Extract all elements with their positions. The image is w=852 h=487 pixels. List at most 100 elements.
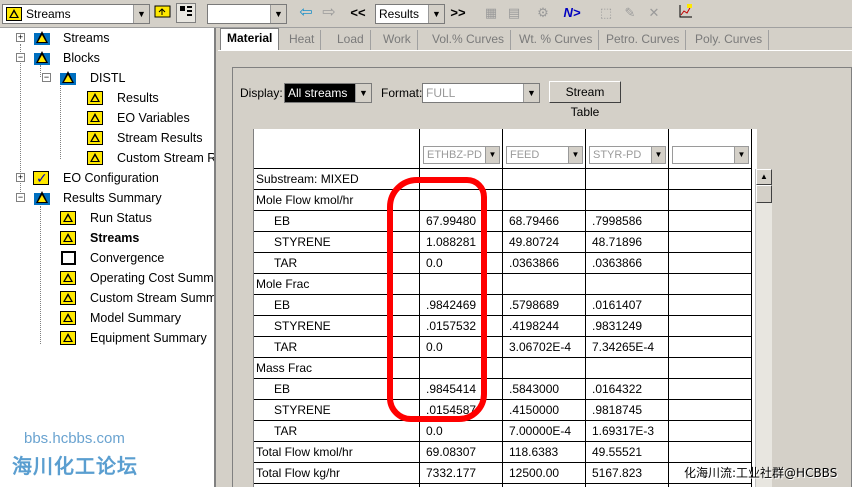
forward-arrow-icon[interactable]: ⇨ (319, 3, 339, 23)
value-cell[interactable] (669, 169, 752, 190)
value-cell[interactable] (669, 274, 752, 295)
stream-select[interactable]: FEED ▼ (506, 146, 583, 164)
dotted-box-icon[interactable]: ⬚ (596, 3, 616, 23)
tab-vol-curves[interactable]: Vol.% Curves (426, 30, 512, 50)
value-cell[interactable]: .0154587 (420, 400, 503, 421)
value-cell[interactable]: .9831249 (586, 316, 669, 337)
tree-item-distl[interactable]: − DISTL (42, 68, 212, 88)
chevron-down-icon[interactable]: ▼ (734, 147, 748, 163)
chevron-down-icon[interactable]: ▼ (568, 147, 582, 163)
pencil-icon[interactable]: ✎ (620, 3, 640, 23)
calculator-icon[interactable]: ▤ (504, 3, 524, 23)
value-cell[interactable]: .7998586 (586, 211, 669, 232)
value-cell[interactable]: 1.088281 (420, 232, 503, 253)
value-cell[interactable]: .0363866 (586, 253, 669, 274)
value-cell[interactable]: 5167.823 (586, 463, 669, 484)
value-cell[interactable] (586, 358, 669, 379)
value-cell[interactable] (503, 274, 586, 295)
stream-select[interactable]: ETHBZ-PD ▼ (423, 146, 500, 164)
value-cell[interactable] (503, 169, 586, 190)
tab-heat[interactable]: Heat (283, 30, 322, 50)
chart-icon[interactable] (676, 3, 696, 23)
tree-item-eo-configuration[interactable]: + EO Configuration (14, 168, 214, 188)
value-cell[interactable]: 69.08307 (420, 442, 503, 463)
tree-item-streams[interactable]: + Streams (14, 28, 214, 48)
tab-material[interactable]: Material (220, 28, 280, 51)
value-cell[interactable] (586, 169, 669, 190)
tree-item-eo-variables[interactable]: EO Variables (86, 108, 214, 128)
value-cell[interactable]: 0.0 (420, 421, 503, 442)
chevron-down-icon[interactable]: ▼ (428, 5, 444, 23)
value-cell[interactable]: 1.69317E-3 (586, 421, 669, 442)
value-cell[interactable] (420, 358, 503, 379)
format-select[interactable]: FULL ▼ (422, 83, 540, 103)
chevron-down-icon[interactable]: ▼ (270, 5, 286, 23)
tab-poly-curves[interactable]: Poly. Curves (689, 30, 770, 50)
value-cell[interactable] (503, 358, 586, 379)
value-cell[interactable] (669, 379, 752, 400)
value-cell[interactable]: 0.0 (420, 337, 503, 358)
stream-table-button[interactable]: Stream Table (549, 81, 621, 119)
value-cell[interactable]: 49.55521 (586, 442, 669, 463)
value-cell[interactable] (669, 232, 752, 253)
results-combo[interactable]: Results ▼ (375, 4, 445, 24)
value-cell[interactable]: 49.80724 (503, 232, 586, 253)
tree-item-equipment-summary[interactable]: Equipment Summary (59, 328, 214, 348)
folder-up-icon[interactable] (153, 3, 173, 23)
tree-item-blocks[interactable]: − Blocks (14, 48, 214, 68)
value-cell[interactable] (420, 274, 503, 295)
tab-petro-curves[interactable]: Petro. Curves (600, 30, 687, 50)
value-cell[interactable] (669, 421, 752, 442)
next-button[interactable]: >> (448, 3, 468, 23)
value-cell[interactable] (669, 358, 752, 379)
value-cell[interactable]: .0161407 (586, 295, 669, 316)
tab-wt-curves[interactable]: Wt. % Curves (513, 30, 600, 50)
scroll-thumb[interactable] (756, 185, 772, 203)
value-cell[interactable] (669, 190, 752, 211)
tree-item-results-summary[interactable]: − Results Summary (14, 188, 214, 208)
tree-item-operating-cost-summary[interactable]: Operating Cost Summ (59, 268, 214, 288)
value-cell[interactable]: .5843000 (503, 379, 586, 400)
expand-icon[interactable]: + (16, 173, 25, 182)
value-cell[interactable]: 7.00000E-4 (503, 421, 586, 442)
stream-select[interactable]: ▼ (672, 146, 749, 164)
value-cell[interactable] (503, 190, 586, 211)
collapse-icon[interactable]: − (16, 53, 25, 62)
next-input-button[interactable]: N> (562, 3, 582, 23)
value-cell[interactable] (669, 316, 752, 337)
value-cell[interactable]: 48.71896 (586, 232, 669, 253)
tree-item-stream-results[interactable]: Stream Results (86, 128, 214, 148)
tree-item-convergence[interactable]: Convergence (59, 248, 214, 268)
tab-load[interactable]: Load (331, 30, 371, 50)
value-cell[interactable]: 0.0 (420, 253, 503, 274)
tree-item-run-status[interactable]: Run Status (59, 208, 214, 228)
empty-combo[interactable]: ▼ (207, 4, 287, 24)
value-cell[interactable]: .9845414 (420, 379, 503, 400)
value-cell[interactable]: 7.34265E-4 (586, 337, 669, 358)
value-cell[interactable]: .0363866 (503, 253, 586, 274)
value-cell[interactable]: 118.6383 (503, 442, 586, 463)
value-cell[interactable]: .4150000 (503, 400, 586, 421)
collapse-icon[interactable]: − (42, 73, 51, 82)
tree-item-results[interactable]: Results (86, 88, 214, 108)
value-cell[interactable] (586, 190, 669, 211)
value-cell[interactable] (586, 274, 669, 295)
value-cell[interactable] (669, 337, 752, 358)
chevron-down-icon[interactable]: ▼ (355, 84, 371, 102)
value-cell[interactable]: 67.99480 (420, 211, 503, 232)
tree-view-icon[interactable] (176, 3, 196, 23)
vertical-scrollbar[interactable]: ▲ (755, 169, 772, 487)
value-cell[interactable] (669, 442, 752, 463)
value-cell[interactable] (669, 400, 752, 421)
settings-icon[interactable]: ⚙ (533, 3, 553, 23)
value-cell[interactable]: .4198244 (503, 316, 586, 337)
value-cell[interactable] (669, 295, 752, 316)
chevron-down-icon[interactable]: ▼ (133, 5, 149, 23)
value-cell[interactable] (669, 211, 752, 232)
streams-combo[interactable]: Streams ▼ (2, 4, 150, 24)
display-select[interactable]: All streams ▼ (284, 83, 372, 103)
tab-work[interactable]: Work (377, 30, 418, 50)
chevron-down-icon[interactable]: ▼ (485, 147, 499, 163)
value-cell[interactable]: .5798689 (503, 295, 586, 316)
collapse-icon[interactable]: − (16, 193, 25, 202)
